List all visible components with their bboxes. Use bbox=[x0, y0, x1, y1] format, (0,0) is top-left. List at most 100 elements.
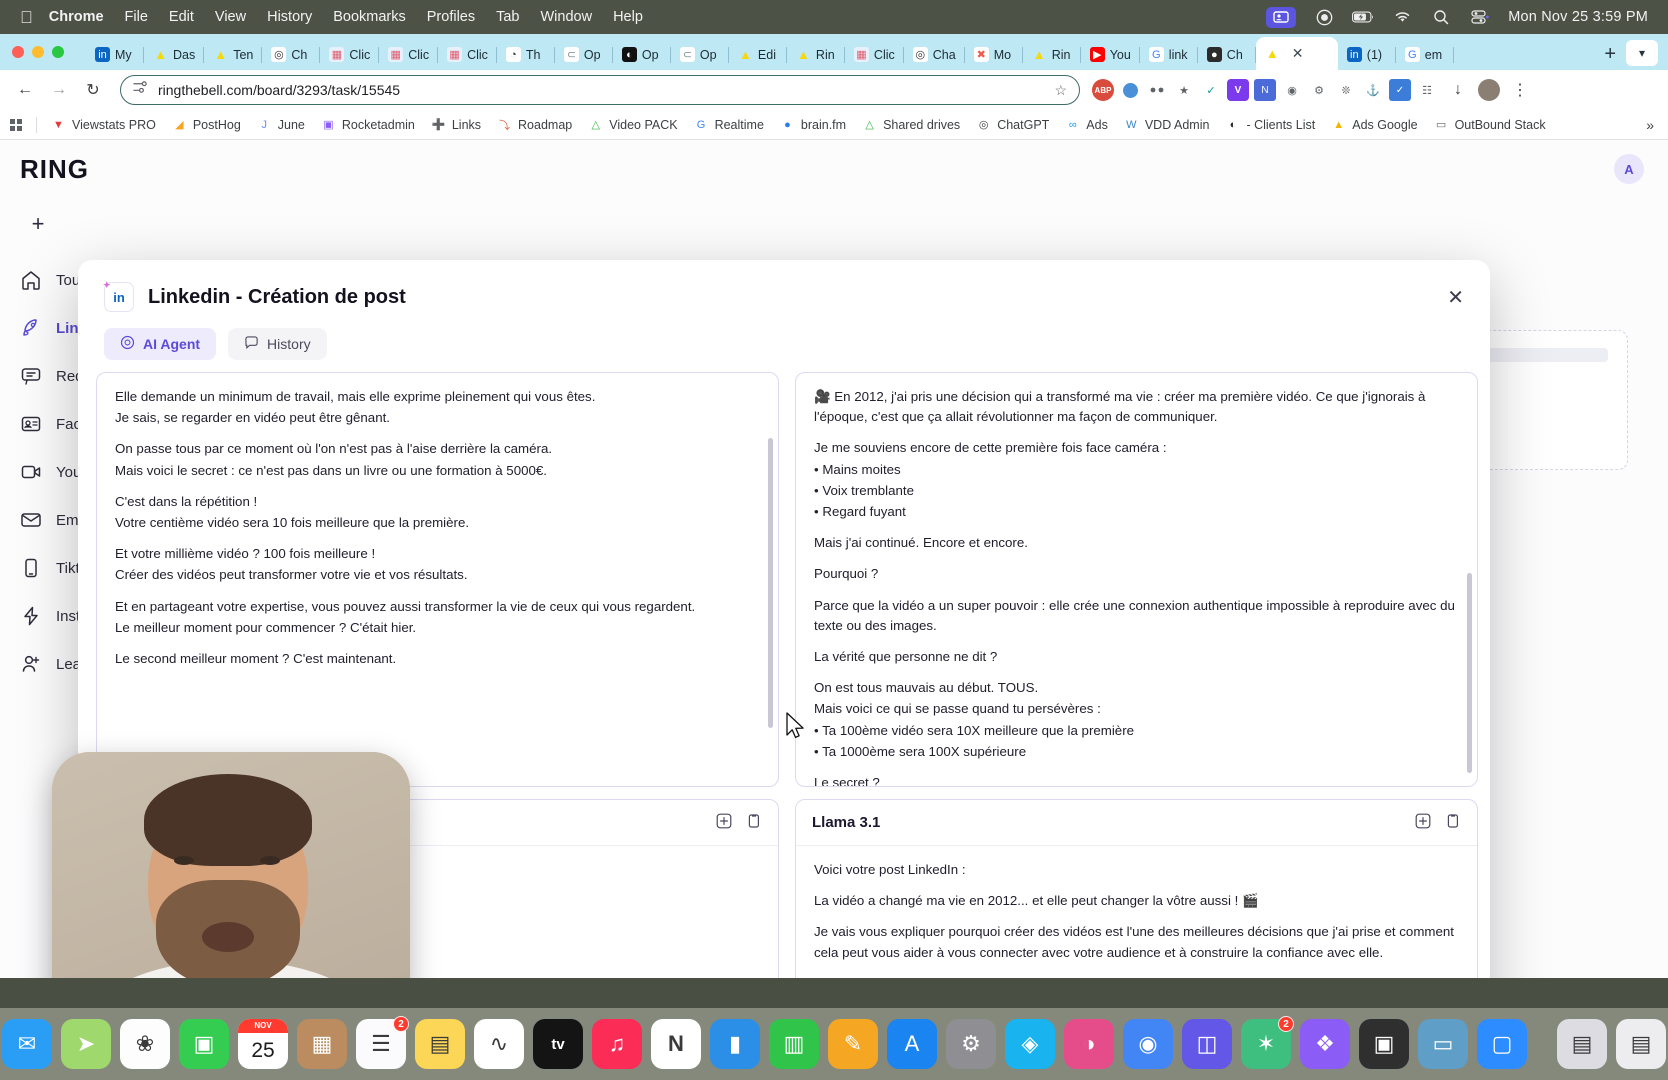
bookmark-item[interactable]: ⤵ Roadmap bbox=[489, 117, 580, 132]
menu-window[interactable]: Window bbox=[541, 9, 593, 25]
close-window-button[interactable] bbox=[12, 46, 24, 58]
chevron-right-icon[interactable]: » bbox=[1646, 117, 1658, 133]
left-card-scrollbar[interactable] bbox=[768, 383, 773, 776]
notion-icon[interactable]: N bbox=[1254, 79, 1276, 101]
menu-tab[interactable]: Tab bbox=[496, 9, 519, 25]
new-tab-button[interactable]: + bbox=[1594, 43, 1626, 70]
bookmark-item[interactable]: W VDD Admin bbox=[1116, 117, 1218, 132]
bookmark-item[interactable]: ∞ Ads bbox=[1057, 117, 1116, 132]
battery-icon[interactable] bbox=[1352, 8, 1374, 27]
abp-icon[interactable]: ABP bbox=[1092, 79, 1114, 101]
dock-item-display[interactable]: ▭ bbox=[1418, 1019, 1468, 1069]
profile-avatar[interactable] bbox=[1478, 79, 1500, 101]
tab-history[interactable]: History bbox=[228, 328, 327, 360]
browser-tab[interactable]: ◎ Ch bbox=[262, 39, 321, 70]
browser-tab-active[interactable]: ▲ ✕ bbox=[1255, 37, 1338, 70]
add-square-icon[interactable] bbox=[1415, 813, 1431, 833]
browser-tab[interactable]: ▦ Clic bbox=[379, 39, 438, 70]
dots-icon[interactable] bbox=[1146, 79, 1168, 101]
record-icon[interactable] bbox=[1313, 8, 1335, 27]
screen-share-icon[interactable] bbox=[1266, 6, 1297, 28]
dock-item-pages[interactable]: ✎ bbox=[828, 1019, 878, 1069]
browser-tab[interactable]: in My bbox=[86, 39, 144, 70]
menu-edit[interactable]: Edit bbox=[169, 9, 194, 25]
add-button[interactable]: + bbox=[20, 206, 56, 242]
tab-ai-agent[interactable]: AI Agent bbox=[104, 328, 217, 360]
user-avatar[interactable]: A bbox=[1614, 154, 1644, 184]
menu-chrome[interactable]: Chrome bbox=[49, 9, 104, 25]
dock-item-safari[interactable]: ◈ bbox=[1005, 1019, 1055, 1069]
atom-icon[interactable]: ❊ bbox=[1335, 79, 1357, 101]
search-icon[interactable] bbox=[1430, 8, 1452, 27]
bookmark-item[interactable]: △ Shared drives bbox=[854, 117, 968, 132]
browser-tab[interactable]: ● Ch bbox=[1198, 39, 1256, 70]
dock-item-calendar[interactable]: NOV 25 bbox=[238, 1019, 288, 1069]
browser-tab[interactable]: Glink bbox=[1140, 39, 1198, 70]
menu-help[interactable]: Help bbox=[613, 9, 643, 25]
bookmark-item[interactable]: ▲ Ads Google bbox=[1323, 117, 1425, 132]
star-icon[interactable]: ☆ bbox=[1054, 82, 1067, 99]
browser-tab[interactable]: ▲ Das bbox=[144, 39, 205, 70]
wifi-icon[interactable] bbox=[1391, 8, 1413, 27]
browser-tab[interactable]: ⊂ Op bbox=[671, 39, 729, 70]
menu-view[interactable]: View bbox=[215, 9, 246, 25]
minimize-window-button[interactable] bbox=[32, 46, 44, 58]
apple-icon[interactable]:  bbox=[20, 9, 33, 26]
blue-circle-icon[interactable] bbox=[1119, 79, 1141, 101]
copy-icon[interactable] bbox=[1445, 813, 1461, 833]
dock-item-doc2[interactable]: ▤ bbox=[1616, 1019, 1666, 1069]
reload-icon[interactable]: ↻ bbox=[78, 75, 108, 105]
browser-tab[interactable]: ▦ Clic bbox=[320, 39, 380, 70]
webcam-overlay[interactable] bbox=[52, 752, 410, 978]
copy-icon[interactable] bbox=[746, 813, 762, 833]
browser-tab[interactable]: ✖ Mo bbox=[965, 39, 1023, 70]
dock-item-facetime[interactable]: ▣ bbox=[179, 1019, 229, 1069]
back-arrow-icon[interactable]: ← bbox=[10, 75, 40, 105]
bookmark-item[interactable]: ◐ - Clients List bbox=[1217, 117, 1323, 132]
bookmark-item[interactable]: ▣ Rocketadmin bbox=[313, 117, 423, 132]
browser-tab[interactable]: Gem bbox=[1396, 39, 1454, 70]
close-icon[interactable]: ✕ bbox=[1292, 45, 1304, 62]
dock-item-appletv[interactable]: tv bbox=[533, 1019, 583, 1069]
gear-icon[interactable]: ⚙ bbox=[1308, 79, 1330, 101]
dock-item-music[interactable]: ♫ bbox=[592, 1019, 642, 1069]
browser-tab[interactable]: ◐ Op bbox=[613, 39, 671, 70]
menu-file[interactable]: File bbox=[125, 9, 148, 25]
add-square-icon[interactable] bbox=[716, 813, 732, 833]
browser-tab[interactable]: ▦ Clic bbox=[845, 39, 904, 70]
apps-grid-icon[interactable] bbox=[10, 118, 22, 131]
bookmark-item[interactable]: G Realtime bbox=[686, 117, 772, 132]
browser-tab[interactable]: ▶ You bbox=[1081, 39, 1140, 70]
dock-item-keynote[interactable]: ▮ bbox=[710, 1019, 760, 1069]
maximize-window-button[interactable] bbox=[52, 46, 64, 58]
browser-tab[interactable]: ▲ Edi bbox=[729, 39, 787, 70]
dock-item-doc1[interactable]: ▤ bbox=[1557, 1019, 1607, 1069]
dock-item-news[interactable]: N bbox=[651, 1019, 701, 1069]
kebab-menu-icon[interactable]: ⋮ bbox=[1505, 75, 1535, 105]
dock-item-contacts[interactable]: ▦ bbox=[297, 1019, 347, 1069]
dock-item-photos[interactable]: ❀ bbox=[120, 1019, 170, 1069]
menu-history[interactable]: History bbox=[267, 9, 312, 25]
dock-item-chrome[interactable]: ◉ bbox=[1123, 1019, 1173, 1069]
dock-item-notes[interactable]: ▤ bbox=[415, 1019, 465, 1069]
bookmark-item[interactable]: J June bbox=[249, 117, 313, 132]
browser-tab[interactable]: ▲ Rin bbox=[1023, 39, 1081, 70]
forward-arrow-icon[interactable]: → bbox=[44, 75, 74, 105]
bookmark-item[interactable]: ➕ Links bbox=[423, 117, 489, 132]
bookmark-item[interactable]: ● brain.fm bbox=[772, 117, 854, 132]
browser-tab[interactable]: ▦ Clic bbox=[438, 39, 497, 70]
dock-item-figma[interactable]: ❖ bbox=[1300, 1019, 1350, 1069]
bookmark-item[interactable]: ▼ Viewstats PRO bbox=[43, 117, 164, 132]
menu-bookmarks[interactable]: Bookmarks bbox=[333, 9, 406, 25]
bookmark-item[interactable]: ▭ OutBound Stack bbox=[1426, 117, 1554, 132]
puzzle-icon[interactable]: ☷ bbox=[1416, 79, 1438, 101]
vidiq-icon[interactable]: V bbox=[1227, 79, 1249, 101]
browser-tab[interactable]: ◔ Th bbox=[497, 39, 555, 70]
dock-item-freeform[interactable]: ∿ bbox=[474, 1019, 524, 1069]
dock-item-maps[interactable]: ➤ bbox=[61, 1019, 111, 1069]
globe-icon[interactable]: ◉ bbox=[1281, 79, 1303, 101]
dock-item-reminders[interactable]: ☰ 2 bbox=[356, 1016, 409, 1069]
url-text[interactable]: ringthebell.com/board/3293/task/15545 bbox=[158, 82, 1044, 98]
dock-item-settings[interactable]: ⚙ bbox=[946, 1019, 996, 1069]
close-icon[interactable]: ✕ bbox=[1447, 285, 1464, 310]
